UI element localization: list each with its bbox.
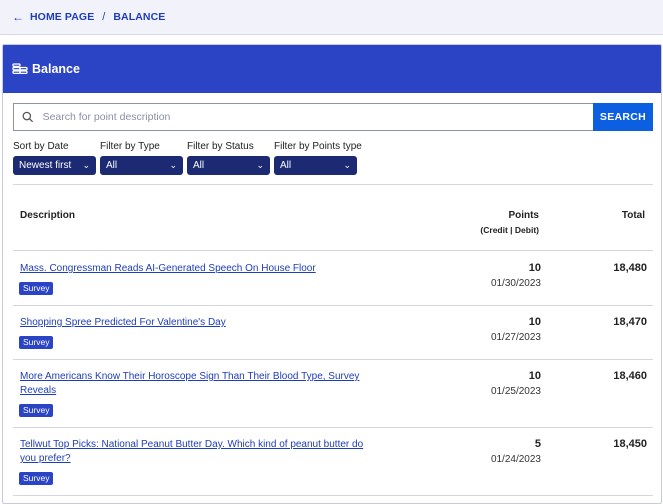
row-total: 18,480 <box>613 262 647 274</box>
select-value: All <box>193 160 205 171</box>
row-description-link[interactable]: Shopping Spree Predicted For Valentine's… <box>20 316 380 330</box>
sort-date-select[interactable]: Newest first ⌄ <box>13 156 96 175</box>
chevron-down-icon: ⌄ <box>343 160 351 170</box>
filter-bar: Sort by Date Newest first ⌄ Filter by Ty… <box>13 141 366 175</box>
status-select[interactable]: All ⌄ <box>187 156 270 175</box>
row-points: 5 <box>534 438 541 450</box>
row-points: 10 <box>528 262 541 274</box>
column-header-points: Points <box>508 210 539 221</box>
row-total: 18,460 <box>613 370 647 382</box>
breadcrumb-current: BALANCE <box>113 11 166 23</box>
row-date: 01/27/2023 <box>490 332 541 343</box>
row-total: 18,470 <box>613 316 647 328</box>
back-arrow-icon[interactable]: ← <box>12 10 24 24</box>
card-header: Balance <box>3 45 661 93</box>
points-type-select[interactable]: All ⌄ <box>274 156 357 175</box>
search-input[interactable] <box>42 111 593 123</box>
chevron-down-icon: ⌄ <box>169 160 177 170</box>
row-date: 01/25/2023 <box>490 386 541 397</box>
filter-label: Sort by Date <box>13 141 69 152</box>
page-title: Balance <box>32 62 80 76</box>
row-tag-badge: Survey <box>19 282 54 295</box>
column-header-description: Description <box>20 210 76 221</box>
filter-sort-date: Sort by Date Newest first ⌄ <box>13 141 96 175</box>
row-date: 01/30/2023 <box>490 278 541 289</box>
column-header-points-sub: (Credit | Debit) <box>480 225 539 235</box>
divider <box>13 184 653 185</box>
row-tag-badge: Survey <box>19 404 54 417</box>
column-header-total: Total <box>621 210 645 221</box>
search-button[interactable]: SEARCH <box>593 103 653 131</box>
coins-icon <box>12 62 28 76</box>
filter-label: Filter by Status <box>187 141 254 152</box>
row-date: 01/24/2023 <box>490 454 541 465</box>
breadcrumb-home-link[interactable]: HOME PAGE <box>30 11 94 23</box>
search-bar: SEARCH <box>13 103 653 131</box>
row-points: 10 <box>528 370 541 382</box>
table-row: Shopping Spree Predicted For Valentine's… <box>13 306 653 360</box>
chevron-down-icon: ⌄ <box>256 160 264 170</box>
balance-card: Balance SEARCH Sort by Date Newest first… <box>2 44 662 504</box>
filter-label: Filter by Type <box>100 141 160 152</box>
divider <box>13 495 653 496</box>
type-select[interactable]: All ⌄ <box>100 156 183 175</box>
row-description-link[interactable]: Tellwut Top Picks: National Peanut Butte… <box>20 438 380 466</box>
search-field[interactable] <box>13 103 593 131</box>
row-points: 10 <box>528 316 541 328</box>
row-description-link[interactable]: More Americans Know Their Horoscope Sign… <box>20 370 380 398</box>
search-icon <box>22 111 34 123</box>
breadcrumb: ← HOME PAGE / BALANCE <box>0 0 663 35</box>
table-row: More Americans Know Their Horoscope Sign… <box>13 360 653 428</box>
select-value: Newest first <box>19 160 72 171</box>
row-tag-badge: Survey <box>19 336 54 349</box>
table-row: Mass. Congressman Reads AI-Generated Spe… <box>13 251 653 305</box>
filter-label: Filter by Points type <box>274 141 362 152</box>
select-value: All <box>106 160 118 171</box>
filter-type: Filter by Type All ⌄ <box>100 141 183 175</box>
row-description-link[interactable]: Mass. Congressman Reads AI-Generated Spe… <box>20 262 380 276</box>
select-value: All <box>280 160 292 171</box>
chevron-down-icon: ⌄ <box>82 160 90 170</box>
table-row: Tellwut Top Picks: National Peanut Butte… <box>13 428 653 496</box>
filter-points-type: Filter by Points type All ⌄ <box>274 141 362 175</box>
row-total: 18,450 <box>613 438 647 450</box>
row-tag-badge: Survey <box>19 472 54 485</box>
filter-status: Filter by Status All ⌄ <box>187 141 270 175</box>
breadcrumb-separator: / <box>102 11 106 23</box>
